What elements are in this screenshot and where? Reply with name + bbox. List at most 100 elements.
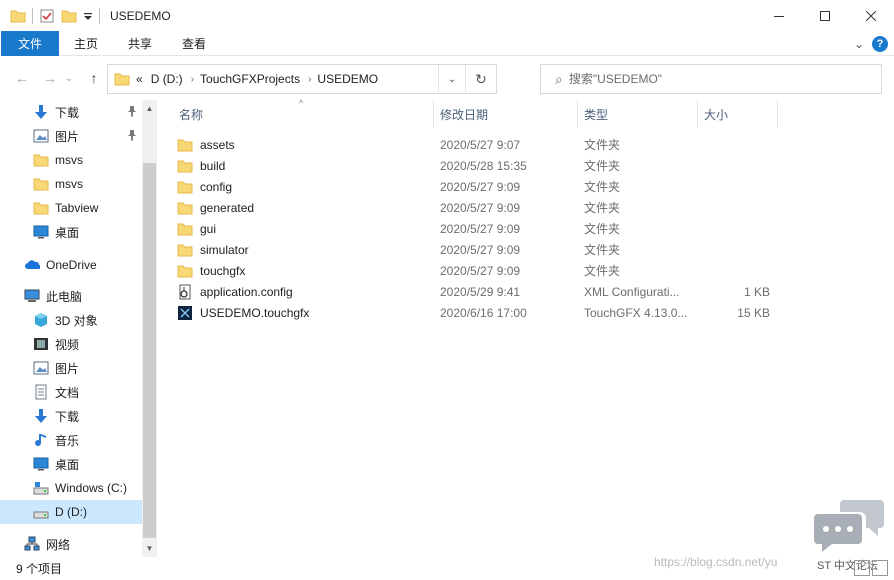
- search-box: ⌕: [540, 64, 882, 94]
- file-type: 文件夹: [584, 243, 621, 257]
- nav-item[interactable]: 文档: [0, 380, 142, 404]
- breadcrumb-touchgfxprojects[interactable]: TouchGFXProjects: [200, 72, 300, 86]
- maximize-button[interactable]: [802, 0, 848, 31]
- file-size: 1 KB: [743, 284, 770, 299]
- chat-bubble-icon: [814, 500, 884, 552]
- file-row[interactable]: touchgfx 2020/5/27 9:09 文件夹: [177, 260, 877, 281]
- file-row[interactable]: generated 2020/5/27 9:09 文件夹: [177, 197, 877, 218]
- breadcrumb-separator-icon[interactable]: ›: [308, 74, 311, 85]
- large-icons-view-icon[interactable]: [872, 560, 888, 576]
- navigation-pane: 下载 图片 msvs msvs Tabview 桌面 OneDrive 此电脑 3D 对象 视频图…: [0, 100, 157, 557]
- video-icon: [33, 336, 49, 352]
- file-name-cell: build: [177, 155, 225, 176]
- file-list: ^ 名称 修改日期 类型 大小 assets 2020/5/27 9:07 文件夹 b…: [160, 98, 894, 557]
- column-divider[interactable]: [777, 100, 778, 128]
- tab-share[interactable]: 共享: [113, 31, 167, 56]
- details-view-icon[interactable]: [854, 560, 870, 576]
- nav-item[interactable]: D (D:): [0, 500, 142, 524]
- file-row[interactable]: simulator 2020/5/27 9:09 文件夹: [177, 239, 877, 260]
- file-type: XML Configurati...: [584, 284, 680, 299]
- folder-icon[interactable]: [10, 8, 26, 24]
- help-icon[interactable]: ?: [872, 35, 888, 52]
- breadcrumb-separator-icon[interactable]: ›: [191, 74, 194, 85]
- pin-icon[interactable]: [127, 129, 137, 144]
- nav-item[interactable]: msvs: [0, 148, 142, 172]
- column-header-date[interactable]: 修改日期: [440, 100, 488, 128]
- nav-item-label: 下载: [55, 105, 80, 120]
- search-input[interactable]: [568, 72, 849, 86]
- back-button[interactable]: ←: [12, 68, 32, 88]
- computer-icon: [24, 288, 40, 304]
- file-name: build: [200, 158, 226, 173]
- file-row[interactable]: USEDEMO.touchgfx 2020/6/16 17:00 TouchGFX …: [177, 302, 877, 323]
- file-size: [697, 197, 770, 218]
- file-name: application.config: [200, 284, 293, 299]
- file-row[interactable]: build 2020/5/28 15:35 文件夹: [177, 155, 877, 176]
- folder-icon: [177, 221, 193, 237]
- properties-icon[interactable]: [39, 8, 55, 24]
- nav-item[interactable]: 桌面: [0, 220, 142, 244]
- address-dropdown-button[interactable]: ⌄: [438, 65, 465, 93]
- forward-arrow-icon: →: [43, 70, 57, 86]
- file-row[interactable]: assets 2020/5/27 9:07 文件夹: [177, 134, 877, 155]
- nav-item[interactable]: 此电脑: [0, 284, 142, 308]
- desktop-icon: [33, 224, 49, 240]
- file-size: [697, 155, 770, 176]
- folder-icon: [177, 263, 193, 279]
- column-divider[interactable]: [433, 100, 434, 128]
- breadcrumb-overflow[interactable]: «: [136, 72, 143, 86]
- customize-toolbar-icon[interactable]: [83, 8, 93, 24]
- nav-item[interactable]: 3D 对象: [0, 308, 142, 332]
- nav-scrollbar[interactable]: ▲ ▼: [142, 100, 157, 557]
- close-button[interactable]: [848, 0, 894, 31]
- nav-item[interactable]: 桌面: [0, 452, 142, 476]
- nav-item-label: 音乐: [55, 433, 80, 448]
- file-date: 2020/5/27 9:09: [440, 263, 521, 278]
- nav-item[interactable]: 图片: [0, 356, 142, 380]
- file-row[interactable]: config 2020/5/27 9:09 文件夹: [177, 176, 877, 197]
- scroll-up-icon[interactable]: ▲: [142, 100, 157, 117]
- tab-file[interactable]: 文件: [1, 30, 60, 56]
- file-date: 2020/5/27 9:07: [440, 137, 521, 152]
- column-divider[interactable]: [697, 100, 698, 128]
- nav-item[interactable]: 下载: [0, 404, 142, 428]
- close-icon: [866, 10, 876, 21]
- recent-locations-button[interactable]: ⌄: [62, 68, 76, 88]
- minimize-button[interactable]: [756, 0, 802, 31]
- file-row[interactable]: application.config 2020/5/29 9:41 XML Conf…: [177, 281, 877, 302]
- forward-button[interactable]: →: [40, 68, 60, 88]
- nav-item[interactable]: Tabview: [0, 196, 142, 220]
- file-name-cell: simulator: [177, 239, 249, 260]
- nav-item[interactable]: OneDrive: [0, 253, 142, 277]
- file-size: [697, 176, 770, 197]
- drive-c-icon: [33, 480, 49, 496]
- tab-home[interactable]: 主页: [59, 31, 113, 56]
- scroll-down-icon[interactable]: ▼: [142, 540, 157, 557]
- folder-icon: [114, 71, 130, 87]
- window-title: USEDEMO: [110, 8, 171, 23]
- column-header-size[interactable]: 大小: [704, 100, 728, 128]
- column-header-type[interactable]: 类型: [584, 100, 608, 128]
- pictures-icon: [33, 128, 49, 144]
- column-header-name[interactable]: 名称: [179, 100, 203, 128]
- new-folder-icon[interactable]: [61, 8, 77, 24]
- refresh-button[interactable]: ↻: [465, 65, 496, 93]
- nav-item[interactable]: 图片: [0, 124, 142, 148]
- nav-item[interactable]: 网络: [0, 532, 142, 556]
- pin-icon[interactable]: [127, 105, 137, 120]
- breadcrumb-drive[interactable]: D (D:): [151, 72, 183, 86]
- file-type: 文件夹: [584, 201, 621, 215]
- up-button[interactable]: ↑: [84, 68, 104, 88]
- nav-item[interactable]: 音乐: [0, 428, 142, 452]
- nav-item[interactable]: msvs: [0, 172, 142, 196]
- file-row[interactable]: gui 2020/5/27 9:09 文件夹: [177, 218, 877, 239]
- address-bar[interactable]: « D (D:) › TouchGFXProjects › USEDEMO ⌄ …: [107, 64, 497, 94]
- expand-ribbon-icon[interactable]: ⌄: [854, 37, 864, 51]
- nav-item[interactable]: 视频: [0, 332, 142, 356]
- breadcrumb-usedemo[interactable]: USEDEMO: [317, 72, 378, 86]
- column-divider[interactable]: [577, 100, 578, 128]
- nav-item[interactable]: Windows (C:): [0, 476, 142, 500]
- tab-view[interactable]: 查看: [167, 31, 221, 56]
- scroll-thumb[interactable]: [143, 163, 156, 538]
- nav-item[interactable]: 下载: [0, 100, 142, 124]
